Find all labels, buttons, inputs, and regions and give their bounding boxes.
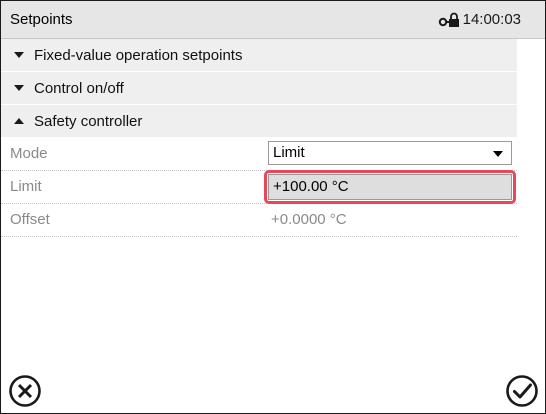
cancel-circle-icon[interactable] — [7, 373, 43, 409]
limit-label: Limit — [10, 178, 42, 195]
section-fixed-value-setpoints[interactable]: Fixed-value operation setpoints — [1, 39, 517, 72]
offset-row: Offset +0.0000 °C — [1, 204, 517, 237]
section-control-on-off[interactable]: Control on/off — [1, 72, 517, 105]
offset-value: +0.0000 °C — [271, 211, 347, 228]
section-label: Fixed-value operation setpoints — [34, 46, 243, 64]
confirm-check-circle-icon[interactable] — [504, 373, 540, 409]
mode-select[interactable]: Limit — [268, 141, 512, 165]
status-area: 14:00:03 — [438, 1, 521, 38]
mode-value: Limit — [273, 144, 305, 161]
limit-input[interactable]: +100.00 °C — [268, 174, 512, 200]
offset-label: Offset — [10, 211, 50, 228]
section-safety-controller[interactable]: Safety controller — [1, 105, 517, 138]
clock-time: 14:00:03 — [462, 11, 521, 28]
setpoints-window: Setpoints 14:00:03 Fixed-value operation… — [0, 0, 546, 414]
dropdown-arrow-icon — [493, 151, 503, 157]
mode-label: Mode — [10, 145, 48, 162]
chevron-down-icon — [14, 85, 24, 91]
title-bar: Setpoints 14:00:03 — [1, 1, 545, 39]
section-label: Control on/off — [34, 79, 124, 97]
scroll-area — [517, 39, 545, 367]
mode-row: Mode Limit — [1, 138, 517, 171]
page-title: Setpoints — [10, 11, 73, 28]
chevron-up-icon — [14, 118, 24, 124]
section-label: Safety controller — [34, 112, 143, 130]
key-lock-icon — [438, 12, 460, 28]
limit-row: Limit +100.00 °C — [1, 170, 517, 204]
chevron-down-icon — [14, 52, 24, 58]
limit-value: +100.00 °C — [273, 178, 349, 195]
bottom-bar — [1, 367, 545, 413]
